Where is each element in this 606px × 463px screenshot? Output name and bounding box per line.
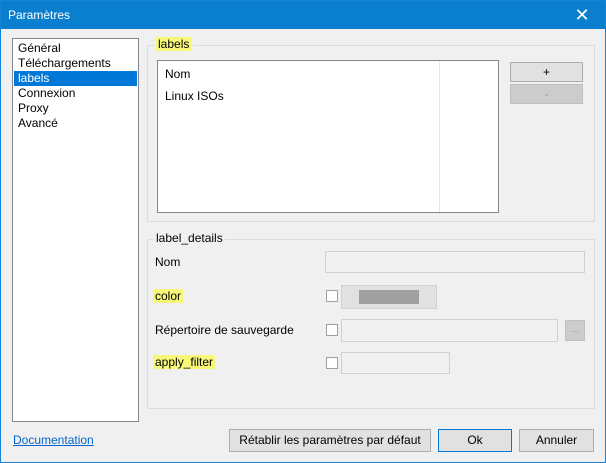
sidebar-item-general[interactable]: Général — [14, 41, 137, 56]
sidebar-item-downloads[interactable]: Téléchargements — [14, 56, 137, 71]
name-input[interactable] — [325, 251, 585, 273]
apply-filter-checkbox[interactable] — [326, 357, 338, 369]
sidebar-item-labels[interactable]: labels — [14, 71, 137, 86]
color-label: color — [153, 289, 184, 303]
settings-window: Paramètres ✕ Général Téléchargements lab… — [0, 0, 606, 463]
remove-label-button[interactable]: - — [510, 84, 583, 104]
save-dir-input[interactable] — [341, 319, 558, 342]
sidebar-item-proxy[interactable]: Proxy — [14, 101, 137, 116]
reset-defaults-button[interactable]: Rétablir les paramètres par défaut — [229, 429, 431, 452]
cancel-button[interactable]: Annuler — [519, 429, 594, 452]
add-label-button[interactable]: + — [510, 62, 583, 82]
save-dir-checkbox[interactable] — [326, 324, 338, 336]
labels-group-title: labels — [154, 37, 194, 51]
window-title: Paramètres — [8, 8, 71, 22]
title-bar: Paramètres ✕ — [1, 1, 605, 29]
list-item[interactable]: Linux ISOs — [165, 89, 224, 103]
list-header-name: Nom — [165, 67, 191, 81]
close-icon[interactable]: ✕ — [559, 1, 605, 29]
apply-filter-label: apply_filter — [153, 355, 216, 369]
save-dir-label: Répertoire de sauvegarde — [155, 323, 294, 337]
browse-button[interactable]: ... — [565, 320, 585, 341]
documentation-link[interactable]: Documentation — [13, 433, 94, 447]
column-separator — [439, 61, 440, 212]
name-label: Nom — [155, 255, 181, 269]
label-details-title: label_details — [154, 231, 225, 245]
sidebar-item-connection[interactable]: Connexion — [14, 86, 137, 101]
color-checkbox[interactable] — [326, 290, 338, 302]
color-swatch — [359, 290, 419, 304]
apply-filter-field[interactable] — [341, 352, 450, 374]
category-list: Général Téléchargements labels Connexion… — [12, 38, 139, 422]
sidebar-item-advanced[interactable]: Avancé — [14, 116, 137, 131]
color-picker-button[interactable] — [341, 285, 437, 309]
ok-button[interactable]: Ok — [438, 429, 512, 452]
labels-list[interactable]: Nom Linux ISOs — [157, 60, 499, 213]
